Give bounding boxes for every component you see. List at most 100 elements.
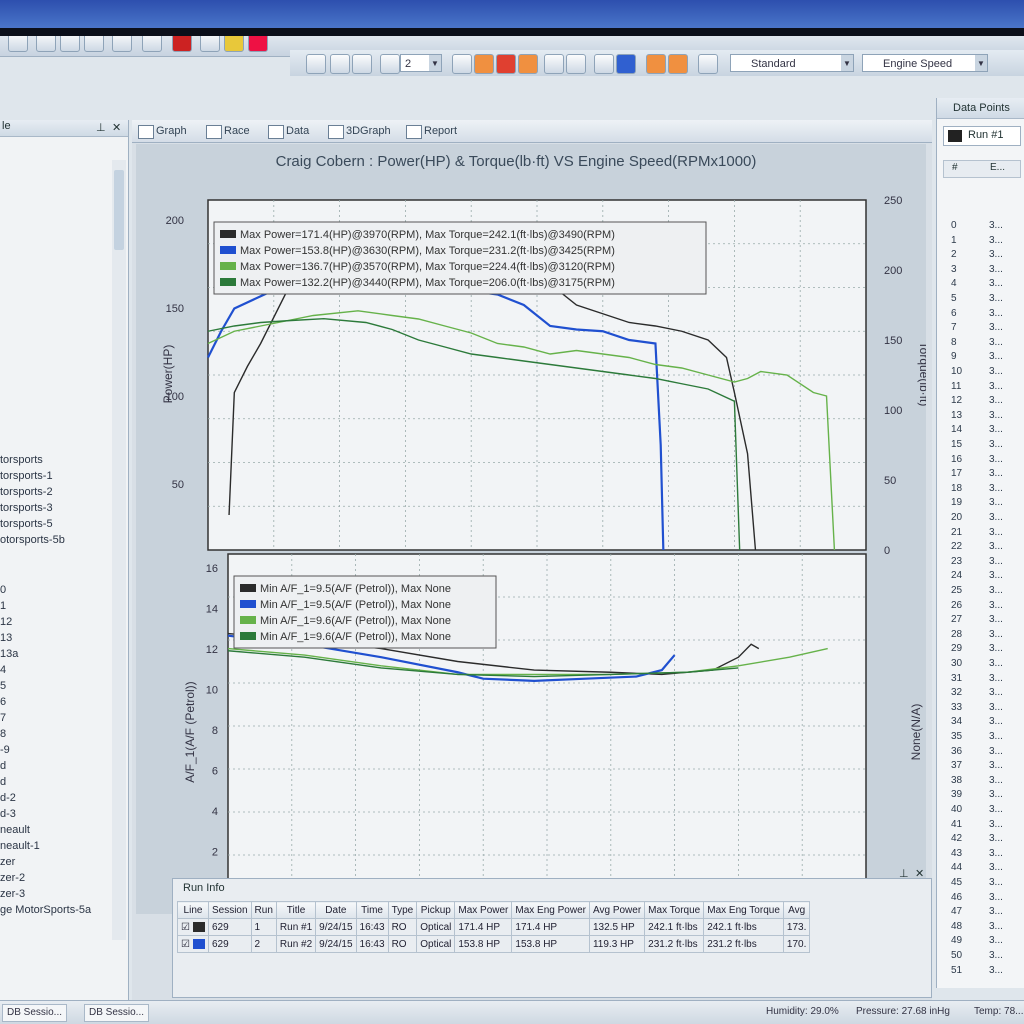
session-list-item[interactable]: ge MotorSports-5a	[0, 904, 91, 916]
export-icon[interactable]	[698, 54, 718, 74]
data-point-index[interactable]: 20	[951, 512, 962, 523]
data-point-index[interactable]: 33	[951, 702, 962, 713]
data-point-index[interactable]: 9	[951, 351, 957, 362]
data-point-index[interactable]: 7	[951, 322, 957, 333]
session-list-item[interactable]: d	[0, 776, 6, 788]
data-point-index[interactable]: 15	[951, 439, 962, 450]
formula-icon[interactable]	[594, 54, 614, 74]
session-list-item[interactable]: 5	[0, 680, 6, 692]
open-folder-icon[interactable]	[36, 36, 56, 52]
data-point-index[interactable]: 35	[951, 731, 962, 742]
exit-icon[interactable]	[248, 36, 268, 52]
pin-icon[interactable]: ⊥	[899, 867, 909, 880]
line-checkbox[interactable]: ☑	[181, 939, 190, 950]
data-point-index[interactable]: 36	[951, 746, 962, 757]
run-info-column-header[interactable]: Avg Power	[588, 901, 646, 919]
run-info-column-header[interactable]: Run	[250, 901, 277, 919]
data-point-index[interactable]: 28	[951, 629, 962, 640]
tab-graph[interactable]: Graph	[134, 122, 187, 140]
tab-3dgraph[interactable]: 3DGraph	[324, 122, 391, 140]
session-list-item[interactable]: 13	[0, 632, 12, 644]
session-list-item[interactable]: zer	[0, 856, 15, 868]
crosshair-icon[interactable]	[452, 54, 472, 74]
data-point-index[interactable]: 51	[951, 965, 962, 976]
session-list-item[interactable]: 8	[0, 728, 6, 740]
undo-icon[interactable]	[84, 36, 104, 52]
session-list-item[interactable]: otorsports-5b	[0, 534, 65, 546]
data-point-index[interactable]: 23	[951, 556, 962, 567]
data-point-index[interactable]: 5	[951, 293, 957, 304]
run-info-column-header[interactable]: Max Torque	[644, 901, 705, 919]
data-point-index[interactable]: 29	[951, 643, 962, 654]
data-point-index[interactable]: 42	[951, 833, 962, 844]
data-point-index[interactable]: 6	[951, 308, 957, 319]
data-point-index[interactable]: 41	[951, 819, 962, 830]
session-list-item[interactable]: 4	[0, 664, 6, 676]
zoom-fit-icon[interactable]	[352, 54, 372, 74]
tab-data[interactable]: Data	[264, 122, 309, 140]
session-list-item[interactable]: zer-2	[0, 872, 25, 884]
globe-icon[interactable]	[8, 36, 28, 52]
data-point-index[interactable]: 40	[951, 804, 962, 815]
data-point-index[interactable]: 8	[951, 337, 957, 348]
data-point-index[interactable]: 21	[951, 527, 962, 538]
session-list-item[interactable]: 6	[0, 696, 6, 708]
data-point-index[interactable]: 25	[951, 585, 962, 596]
data-point-index[interactable]: 24	[951, 570, 962, 581]
db-session-tab-2[interactable]: DB Sessio...	[84, 1004, 150, 1022]
print-icon[interactable]	[112, 36, 132, 52]
session-list-item[interactable]: zer-3	[0, 888, 25, 900]
session-list-item[interactable]: torsports	[0, 454, 43, 466]
data-point-index[interactable]: 19	[951, 497, 962, 508]
tab-race[interactable]: Race	[202, 122, 250, 140]
session-list-item[interactable]: torsports-3	[0, 502, 53, 514]
session-list-item[interactable]: -9	[0, 744, 10, 756]
run-info-column-header[interactable]: Max Power	[454, 901, 513, 919]
data-point-index[interactable]: 46	[951, 892, 962, 903]
session-list-item[interactable]: d-3	[0, 808, 16, 820]
data-point-index[interactable]: 32	[951, 687, 962, 698]
line-cell[interactable]: ☑	[177, 935, 209, 953]
line-cell[interactable]: ☑	[177, 918, 209, 936]
session-list-item[interactable]: 13a	[0, 648, 18, 660]
run-info-column-header[interactable]: Session	[207, 901, 252, 919]
color-icon[interactable]	[496, 54, 516, 74]
run-info-column-header[interactable]: Time	[355, 901, 389, 919]
data-point-index[interactable]: 14	[951, 424, 962, 435]
line-checkbox[interactable]: ☑	[181, 922, 190, 933]
session-list-item[interactable]: neault-1	[0, 840, 40, 852]
zoom-level-select[interactable]: 2 ▼	[400, 54, 442, 72]
settings-icon[interactable]	[200, 36, 220, 52]
session-list-item[interactable]: torsports-5	[0, 518, 53, 530]
data-point-index[interactable]: 49	[951, 935, 962, 946]
data-point-index[interactable]: 10	[951, 366, 962, 377]
data-point-index[interactable]: 13	[951, 410, 962, 421]
data-point-index[interactable]: 30	[951, 658, 962, 669]
columns-icon[interactable]	[668, 54, 688, 74]
run-info-row[interactable]: ☑ 629 2 Run #2 9/24/15 16:43 RO Optical 153.8 HP…	[177, 935, 811, 953]
scrollbar-thumb[interactable]	[114, 170, 124, 250]
session-list-item[interactable]: torsports-2	[0, 486, 53, 498]
run-info-column-header[interactable]: Max Eng Torque	[703, 901, 784, 919]
save-icon[interactable]	[60, 36, 80, 52]
data-point-index[interactable]: 4	[951, 278, 957, 289]
run-info-column-header[interactable]: Pickup	[416, 901, 456, 919]
session-list-item[interactable]: 12	[0, 616, 12, 628]
run-info-column-header[interactable]: Line	[177, 901, 209, 919]
session-list-item[interactable]: 0	[0, 584, 6, 596]
run-info-column-header[interactable]: Title	[275, 901, 317, 919]
data-point-index[interactable]: 44	[951, 862, 962, 873]
data-point-index[interactable]: 12	[951, 395, 962, 406]
tab-report[interactable]: Report	[402, 122, 457, 140]
run-info-row[interactable]: ☑ 629 1 Run #1 9/24/15 16:43 RO Optical 171.4 HP…	[177, 918, 811, 936]
session-list-item[interactable]: 1	[0, 600, 6, 612]
info-icon[interactable]	[224, 36, 244, 52]
data-point-index[interactable]: 50	[951, 950, 962, 961]
db-session-tab-1[interactable]: DB Sessio...	[2, 1004, 68, 1022]
data-point-index[interactable]: 11	[951, 381, 961, 392]
run-info-column-header[interactable]: Date	[315, 901, 357, 919]
layers-icon[interactable]	[566, 54, 586, 74]
data-point-index[interactable]: 27	[951, 614, 962, 625]
run-info-column-header[interactable]: Max Eng Power	[511, 901, 590, 919]
data-point-index[interactable]: 3	[951, 264, 957, 275]
